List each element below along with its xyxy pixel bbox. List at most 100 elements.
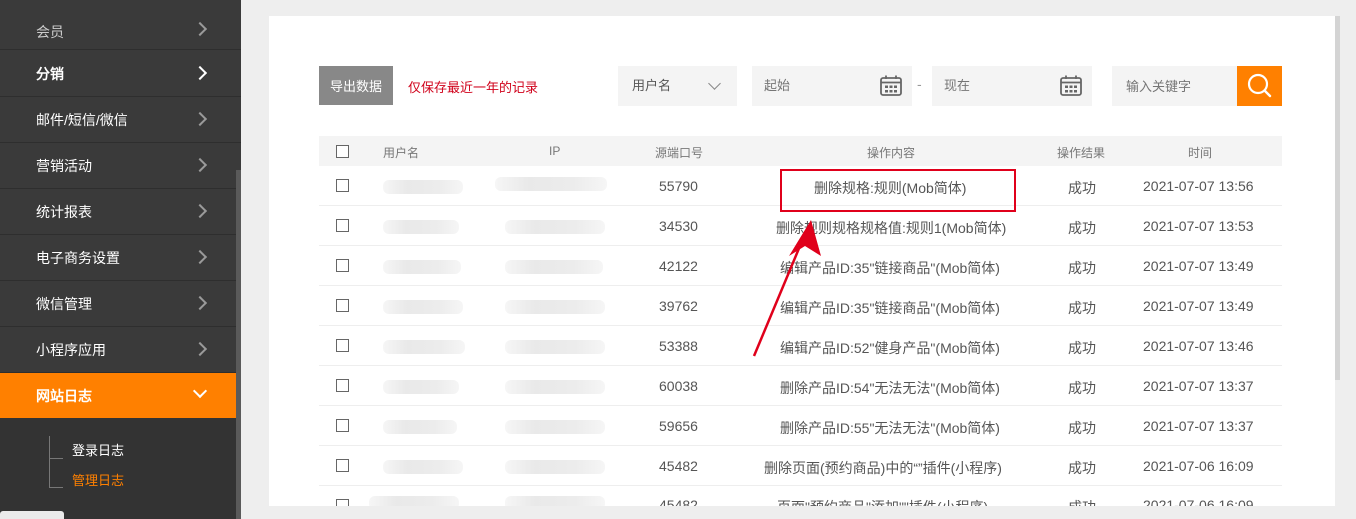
chevron-down-icon — [708, 77, 721, 90]
sidebar-item-mini-program[interactable]: 小程序应用 — [0, 327, 241, 373]
calendar-icon[interactable] — [880, 75, 902, 96]
sidebar-item-label: 分销 — [36, 66, 64, 82]
row-checkbox[interactable] — [336, 379, 349, 392]
operation-cell: 删除页面(预约商品)中的“”插件(小程序) — [764, 460, 1002, 476]
result-cell: 成功 — [1068, 180, 1096, 196]
sidebar-item-wechat[interactable]: 微信管理 — [0, 281, 241, 327]
sidebar-scrollbar[interactable] — [236, 170, 241, 519]
column-header-port: 源端口号 — [655, 146, 704, 160]
redacted-ip — [505, 460, 605, 474]
start-date-field[interactable] — [752, 66, 912, 106]
redacted-username — [383, 420, 457, 434]
result-cell: 成功 — [1068, 300, 1096, 316]
redacted-ip — [505, 300, 605, 314]
redacted-username — [369, 496, 459, 506]
chevron-right-icon — [192, 111, 208, 127]
keyword-field[interactable] — [1112, 66, 1238, 106]
redacted-ip — [505, 220, 605, 234]
table-row[interactable]: 45482 页面"预约商品"添加""插件(小程序) 成功 2021-07-06 … — [319, 486, 1282, 506]
sidebar-item-members[interactable]: 会员 — [0, 4, 241, 50]
retention-notice: 仅保存最近一年的记录 — [408, 80, 539, 95]
sidebar-item-label: 统计报表 — [36, 204, 92, 220]
sidebar-item-marketing[interactable]: 营销活动 — [0, 143, 241, 189]
time-cell: 2021-07-06 16:09 — [1143, 497, 1254, 506]
user-field-select[interactable]: 用户名 — [618, 66, 737, 106]
chevron-down-icon — [192, 383, 208, 399]
submenu-item-admin-log[interactable]: 管理日志 — [72, 470, 124, 489]
result-cell: 成功 — [1068, 420, 1096, 436]
redacted-username — [383, 340, 465, 354]
redacted-ip — [505, 340, 605, 354]
operation-cell: 页面"预约商品"添加""插件(小程序) — [777, 497, 988, 506]
table-row[interactable]: 45482 删除页面(预约商品)中的“”插件(小程序) 成功 2021-07-0… — [319, 446, 1282, 486]
sidebar-item-reports[interactable]: 统计报表 — [0, 189, 241, 235]
log-panel: 导出数据 仅保存最近一年的记录 用户名 - — [269, 16, 1335, 506]
time-cell: 2021-07-07 13:49 — [1143, 258, 1254, 274]
time-cell: 2021-07-07 13:49 — [1143, 298, 1254, 314]
row-checkbox[interactable] — [336, 499, 349, 506]
row-checkbox[interactable] — [336, 419, 349, 432]
sidebar: 会员 分销 邮件/短信/微信 营销活动 统计报表 电子商务设置 微信管理 小程序… — [0, 0, 241, 519]
row-checkbox[interactable] — [336, 179, 349, 192]
time-cell: 2021-07-07 13:37 — [1143, 378, 1254, 394]
sidebar-item-label: 网站日志 — [36, 388, 92, 404]
keyword-input[interactable] — [1126, 79, 1226, 94]
submenu: 登录日志 管理日志 — [0, 418, 241, 519]
sidebar-item-ecommerce-settings[interactable]: 电子商务设置 — [0, 235, 241, 281]
sidebar-item-label: 小程序应用 — [36, 342, 106, 358]
start-date-input[interactable] — [764, 78, 864, 93]
row-checkbox[interactable] — [336, 339, 349, 352]
time-cell: 2021-07-07 13:56 — [1143, 178, 1254, 194]
port-cell: 53388 — [659, 338, 698, 354]
submenu-item-login-log[interactable]: 登录日志 — [72, 440, 124, 459]
result-cell: 成功 — [1068, 497, 1096, 506]
redacted-ip — [495, 177, 607, 191]
select-all-checkbox[interactable] — [336, 145, 349, 158]
redacted-ip — [505, 420, 605, 434]
column-header-time: 时间 — [1188, 146, 1213, 160]
row-checkbox[interactable] — [336, 219, 349, 232]
sidebar-item-distribution[interactable]: 分销 — [0, 51, 241, 97]
redacted-username — [383, 260, 461, 274]
row-checkbox[interactable] — [336, 459, 349, 472]
result-cell: 成功 — [1068, 260, 1096, 276]
export-button[interactable]: 导出数据 — [319, 66, 393, 105]
end-date-input[interactable] — [944, 78, 1044, 93]
sidebar-item-label: 微信管理 — [36, 296, 92, 312]
search-button[interactable] — [1237, 66, 1282, 106]
port-cell: 45482 — [659, 458, 698, 474]
sidebar-item-label: 电子商务设置 — [36, 250, 120, 266]
time-cell: 2021-07-06 16:09 — [1143, 458, 1254, 474]
chevron-right-icon — [192, 65, 208, 81]
result-cell: 成功 — [1068, 220, 1096, 236]
calendar-icon[interactable] — [1060, 75, 1082, 96]
table-header: 用户名 IP 源端口号 操作内容 操作结果 时间 — [319, 136, 1282, 166]
column-header-ip: IP — [549, 144, 561, 158]
port-cell: 60038 — [659, 378, 698, 394]
column-header-result: 操作结果 — [1057, 146, 1106, 160]
sidebar-item-site-logs[interactable]: 网站日志 — [0, 373, 241, 418]
page-scrollbar[interactable] — [1335, 16, 1340, 380]
redacted-ip — [505, 380, 605, 394]
date-separator: - — [917, 76, 922, 92]
port-cell: 59656 — [659, 418, 698, 434]
end-date-field[interactable] — [932, 66, 1092, 106]
table-row[interactable]: 59656 删除产品ID:55"无法无法"(Mob简体) 成功 2021-07-… — [319, 406, 1282, 446]
redacted-username — [383, 460, 463, 474]
row-checkbox[interactable] — [336, 299, 349, 312]
redacted-username — [383, 380, 459, 394]
result-cell: 成功 — [1068, 380, 1096, 396]
column-header-username: 用户名 — [383, 146, 420, 160]
redacted-username — [383, 300, 463, 314]
redacted-username — [383, 180, 463, 194]
sidebar-item-label: 邮件/短信/微信 — [36, 112, 128, 128]
port-cell: 39762 — [659, 298, 698, 314]
user-field-select-value: 用户名 — [632, 78, 672, 93]
sidebar-item-label: 营销活动 — [36, 158, 92, 174]
bottom-tab[interactable] — [0, 511, 64, 519]
port-cell: 45482 — [659, 497, 698, 506]
sidebar-item-messaging[interactable]: 邮件/短信/微信 — [0, 97, 241, 143]
port-cell: 55790 — [659, 178, 698, 194]
row-checkbox[interactable] — [336, 259, 349, 272]
sidebar-item-label: 会员 — [36, 24, 64, 40]
